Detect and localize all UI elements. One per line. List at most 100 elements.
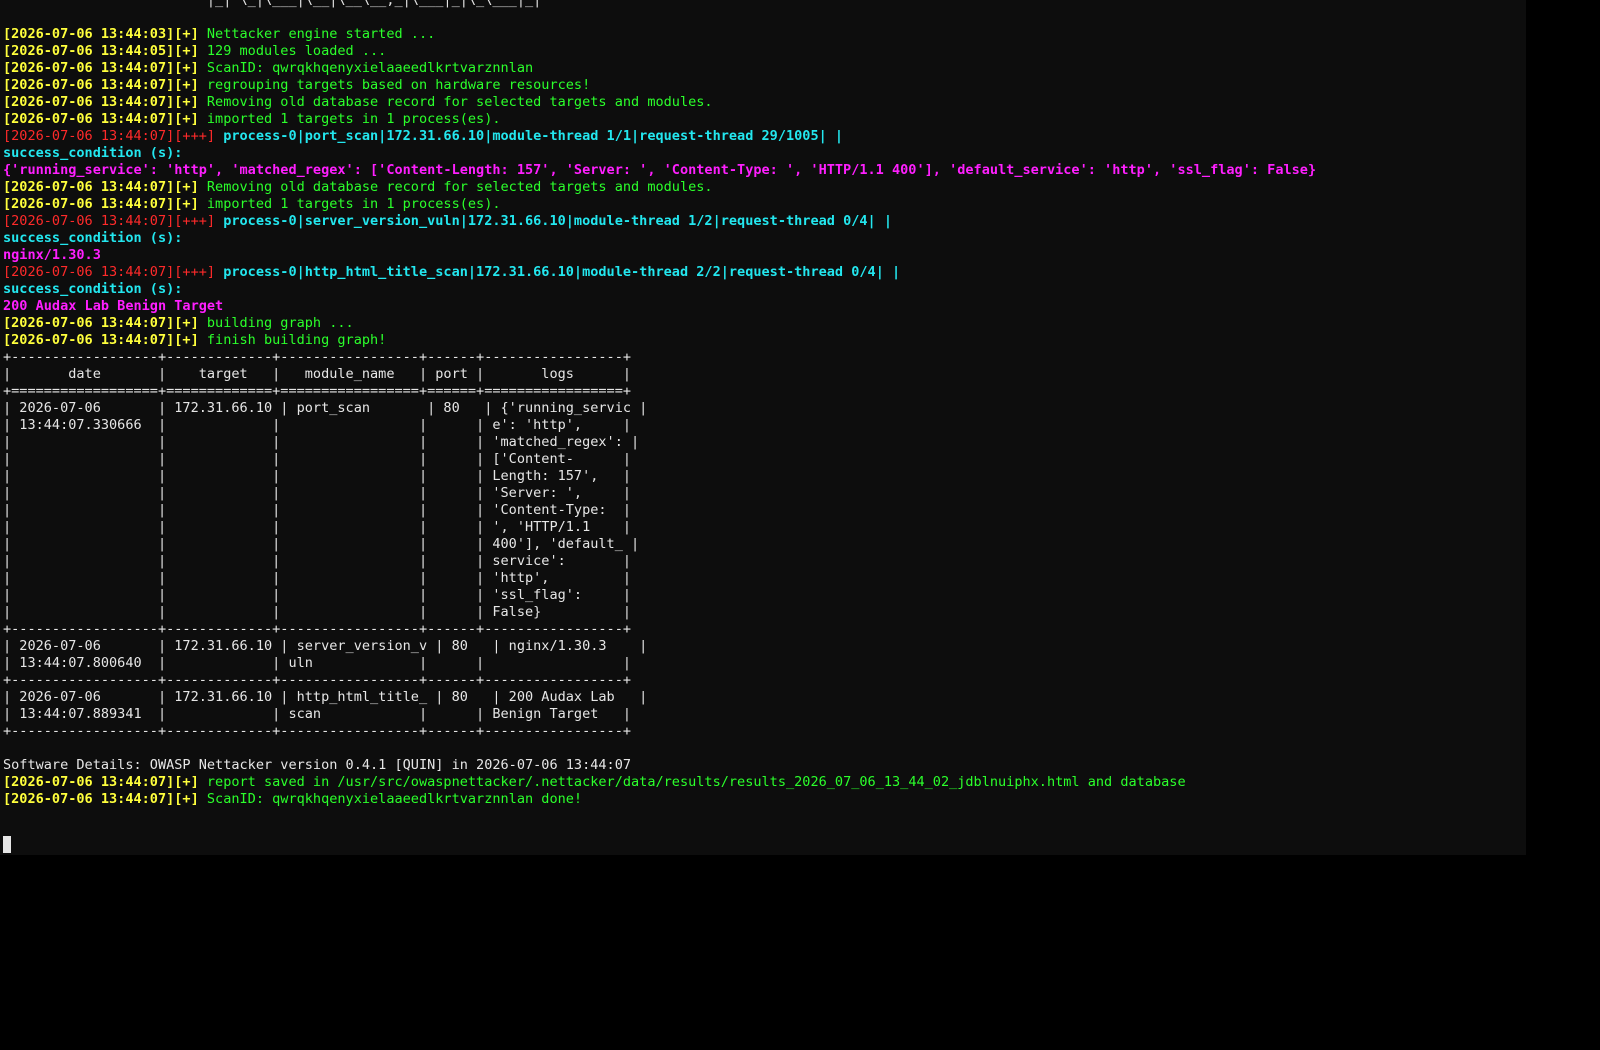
terminal-line: [2026-07-06 13:44:07][+++] process-0|htt… [3, 264, 1316, 281]
terminal-cursor [3, 836, 11, 853]
terminal-line: |_| \_|\___|\__|\__\__,_|\___|_|\_\___|_… [3, 0, 1316, 9]
terminal-text: success_condition (s): [3, 281, 183, 297]
terminal-text: [2026-07-06 13:44:03][+] [3, 26, 207, 42]
terminal-text: | | | | | 'Content-Type: | [3, 502, 632, 518]
terminal-text: Removing old database record for selecte… [206, 94, 713, 110]
terminal-line: | | | | | ['Content- | [3, 451, 1316, 468]
terminal-text: | 2026-07-06 | 172.31.66.10 | http_html_… [3, 689, 648, 705]
terminal-text: finish building graph! [206, 332, 387, 348]
terminal-text: | | | | | ', 'HTTP/1.1 | [3, 519, 632, 535]
terminal-text: | | | | | 'http', | [3, 570, 632, 586]
terminal-line: [2026-07-06 13:44:07][+] Removing old da… [3, 94, 1316, 111]
terminal-line: success_condition (s): [3, 145, 1316, 162]
terminal-text: [2026-07-06 13:44:07][+] [3, 315, 207, 331]
terminal-line: | | | | | 'Server: ', | [3, 485, 1316, 502]
terminal-text: [2026-07-06 13:44:07][+] [3, 179, 207, 195]
terminal-text: +==================+=============+======… [3, 383, 632, 399]
terminal-text: nginx/1.30.3 [3, 247, 101, 263]
terminal-line: +------------------+-------------+------… [3, 723, 1316, 740]
terminal-text: | 2026-07-06 | 172.31.66.10 | server_ver… [3, 638, 648, 654]
terminal-text: [2026-07-06 13:44:07][+] [3, 60, 207, 76]
terminal-line: | | | | | 'Content-Type: | [3, 502, 1316, 519]
terminal-line: | 13:44:07.889341 | | scan | | Benign Ta… [3, 706, 1316, 723]
terminal-line: | 2026-07-06 | 172.31.66.10 | server_ver… [3, 638, 1316, 655]
terminal-text: | | | | | 400'], 'default_ | [3, 536, 640, 552]
terminal-line: | | | | | False} | [3, 604, 1316, 621]
terminal-text: [2026-07-06 13:44:07][+++] [3, 128, 224, 144]
terminal-line: nginx/1.30.3 [3, 247, 1316, 264]
terminal-line: [2026-07-06 13:44:07][+] report saved in… [3, 774, 1316, 791]
terminal-text: report saved in /usr/src/owaspnettacker/… [206, 774, 1186, 790]
terminal-text: Software Details: OWASP Nettacker versio… [3, 757, 632, 773]
terminal-line: Software Details: OWASP Nettacker versio… [3, 757, 1316, 774]
terminal-text: [2026-07-06 13:44:05][+] [3, 43, 207, 59]
terminal-text: +------------------+-------------+------… [3, 349, 632, 365]
terminal-text: regrouping targets based on hardware res… [206, 77, 591, 93]
terminal-line: [2026-07-06 13:44:07][+] Removing old da… [3, 179, 1316, 196]
terminal-line: | | | | | 'http', | [3, 570, 1316, 587]
terminal-text: +------------------+-------------+------… [3, 672, 632, 688]
terminal-text: {'running_service': 'http', 'matched_reg… [3, 162, 1317, 178]
terminal-line: success_condition (s): [3, 281, 1316, 298]
terminal-text: Removing old database record for selecte… [206, 179, 713, 195]
terminal-text: [2026-07-06 13:44:07][+] [3, 774, 207, 790]
terminal-line: 200 Audax Lab Benign Target [3, 298, 1316, 315]
terminal-line: [2026-07-06 13:44:07][+] regrouping targ… [3, 77, 1316, 94]
terminal-text: [2026-07-06 13:44:07][+++] [3, 264, 224, 280]
terminal-text: ScanID: qwrqkhqenyxielaaeedlkrtvarznnlan… [206, 791, 583, 807]
terminal-text: | | | | | Length: 157', | [3, 468, 632, 484]
terminal-text: 129 modules loaded ... [206, 43, 387, 59]
terminal-text: [2026-07-06 13:44:07][+] [3, 94, 207, 110]
terminal-text: Nettacker engine started ... [206, 26, 436, 42]
terminal-line: [2026-07-06 13:44:07][+++] process-0|ser… [3, 213, 1316, 230]
terminal-text: | | | | | False} | [3, 604, 632, 620]
terminal-text: | | | | | 'matched_regex': | [3, 434, 640, 450]
terminal-line: [2026-07-06 13:44:05][+] 129 modules loa… [3, 43, 1316, 60]
terminal-window[interactable]: |_| \_|\___|\__|\__\__,_|\___|_|\_\___|_… [0, 0, 1526, 855]
terminal-text: process-0|server_version_vuln|172.31.66.… [223, 213, 893, 229]
terminal-line: [2026-07-06 13:44:07][+] imported 1 targ… [3, 196, 1316, 213]
terminal-text: | | | | | 'Server: ', | [3, 485, 632, 501]
terminal-line: +==================+=============+======… [3, 383, 1316, 400]
terminal-line: | | | | | service': | [3, 553, 1316, 570]
terminal-output: |_| \_|\___|\__|\__\__,_|\___|_|\_\___|_… [3, 0, 1316, 808]
terminal-line: | date | target | module_name | port | l… [3, 366, 1316, 383]
terminal-line: | 13:44:07.800640 | | uln | | | [3, 655, 1316, 672]
terminal-text: [2026-07-06 13:44:07][+] [3, 111, 207, 127]
terminal-text: +------------------+-------------+------… [3, 723, 632, 739]
terminal-text: building graph ... [206, 315, 354, 331]
terminal-text: 200 Audax Lab Benign Target [3, 298, 224, 314]
terminal-line: | 2026-07-06 | 172.31.66.10 | http_html_… [3, 689, 1316, 706]
terminal-text: success_condition (s): [3, 230, 183, 246]
terminal-text: | date | target | module_name | port | l… [3, 366, 632, 382]
terminal-text: [2026-07-06 13:44:07][+] [3, 77, 207, 93]
terminal-line: | 2026-07-06 | 172.31.66.10 | port_scan … [3, 400, 1316, 417]
terminal-line: | | | | | Length: 157', | [3, 468, 1316, 485]
terminal-line: | | | | | ', 'HTTP/1.1 | [3, 519, 1316, 536]
terminal-line: +------------------+-------------+------… [3, 621, 1316, 638]
terminal-text: process-0|http_html_title_scan|172.31.66… [223, 264, 901, 280]
terminal-line: [2026-07-06 13:44:07][+] ScanID: qwrqkhq… [3, 60, 1316, 77]
terminal-line: +------------------+-------------+------… [3, 672, 1316, 689]
terminal-text: [2026-07-06 13:44:07][+] [3, 791, 207, 807]
terminal-text: success_condition (s): [3, 145, 183, 161]
terminal-text: [2026-07-06 13:44:07][+++] [3, 213, 224, 229]
terminal-line: | 13:44:07.330666 | | | | e': 'http', | [3, 417, 1316, 434]
terminal-line: | | | | | 'ssl_flag': | [3, 587, 1316, 604]
terminal-line: [2026-07-06 13:44:07][+] finish building… [3, 332, 1316, 349]
terminal-line: [2026-07-06 13:44:07][+++] process-0|por… [3, 128, 1316, 145]
terminal-line: [2026-07-06 13:44:07][+] ScanID: qwrqkhq… [3, 791, 1316, 808]
terminal-line: [2026-07-06 13:44:07][+] building graph … [3, 315, 1316, 332]
terminal-line: [2026-07-06 13:44:03][+] Nettacker engin… [3, 26, 1316, 43]
terminal-text: [2026-07-06 13:44:07][+] [3, 332, 207, 348]
terminal-line: [2026-07-06 13:44:07][+] imported 1 targ… [3, 111, 1316, 128]
terminal-text: [2026-07-06 13:44:07][+] [3, 196, 207, 212]
terminal-text: ScanID: qwrqkhqenyxielaaeedlkrtvarznnlan [206, 60, 534, 76]
terminal-text: | 2026-07-06 | 172.31.66.10 | port_scan … [3, 400, 648, 416]
terminal-line: +------------------+-------------+------… [3, 349, 1316, 366]
terminal-text: imported 1 targets in 1 process(es). [206, 196, 501, 212]
terminal-line: success_condition (s): [3, 230, 1316, 247]
terminal-text: +------------------+-------------+------… [3, 621, 632, 637]
